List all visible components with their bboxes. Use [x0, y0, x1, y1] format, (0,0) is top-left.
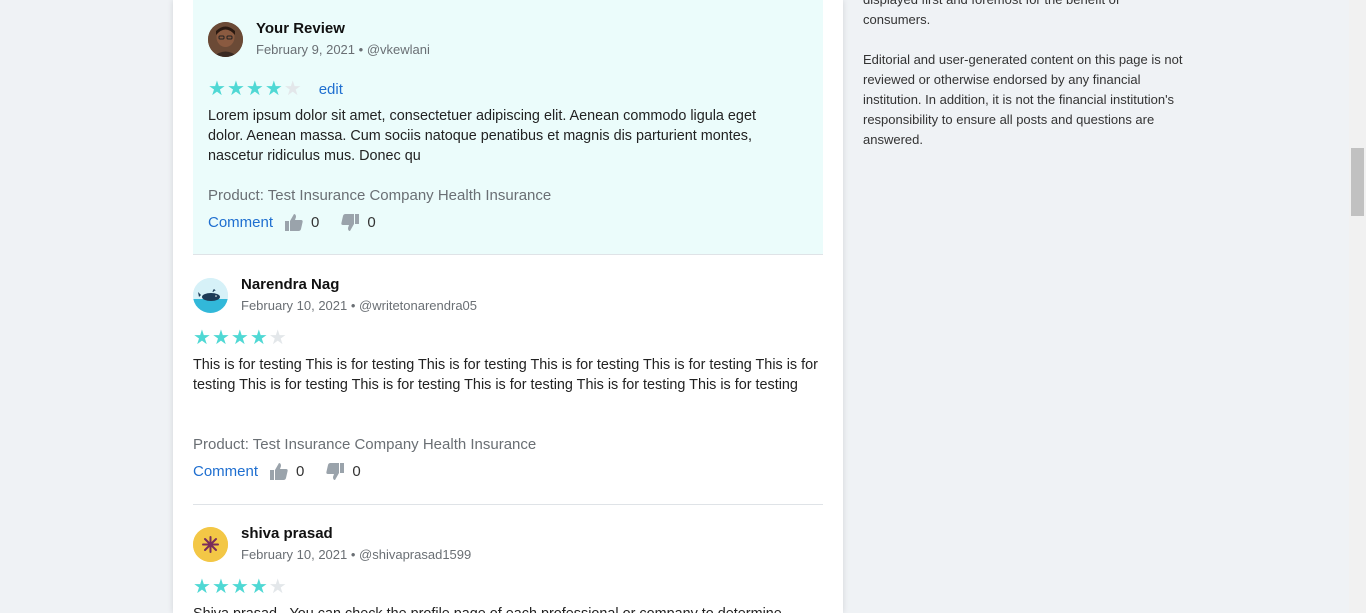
review-actions: Comment 0 0: [193, 463, 361, 480]
star-icon: ★: [226, 78, 245, 100]
reviewer-handle: @vkewlani: [366, 42, 430, 57]
star-icon: ★: [211, 327, 230, 349]
review-date: February 10, 2021: [241, 298, 348, 313]
star-icon: ★: [264, 78, 283, 100]
review-header: shiva prasad February 10, 2021 • @shivap…: [193, 525, 471, 564]
reviewer-name: Your Review: [256, 20, 345, 37]
own-review: Your Review February 9, 2021 • @vkewlani…: [193, 0, 823, 255]
reviewer-name: Narendra Nag: [241, 276, 340, 293]
reviews-card: Your Review February 9, 2021 • @vkewlani…: [173, 0, 843, 613]
user-avatar[interactable]: [193, 527, 228, 562]
comment-link[interactable]: Comment: [193, 463, 258, 480]
reviewer-handle: @writetonarendra05: [359, 298, 478, 313]
star-rating: ★ ★ ★ ★ ★: [193, 577, 288, 597]
review-text: Lorem ipsum dolor sit amet, consectetuer…: [208, 108, 756, 164]
thumbs-down-icon: [326, 463, 345, 480]
star-empty-icon: ★: [268, 327, 287, 349]
star-icon: ★: [208, 78, 226, 100]
star-icon: ★: [245, 78, 264, 100]
star-icon: ★: [249, 576, 268, 598]
dislike-count: 0: [352, 463, 361, 480]
star-icon: ★: [230, 576, 249, 598]
star-icon: ★: [249, 327, 268, 349]
meta-separator: •: [350, 547, 360, 562]
review-item: Narendra Nag February 10, 2021 • @writet…: [193, 255, 823, 505]
sidebar-intro-text: displayed first and foremost for the ben…: [863, 0, 1120, 27]
dislike-button[interactable]: 0: [341, 214, 376, 231]
scrollbar-thumb[interactable]: [1351, 148, 1364, 216]
star-empty-icon: ★: [283, 78, 302, 100]
thumbs-up-icon: [270, 463, 288, 480]
star-rating: ★ ★ ★ ★ ★: [193, 328, 288, 348]
review-header: Your Review February 9, 2021 • @vkewlani: [208, 20, 430, 59]
user-avatar[interactable]: [208, 22, 243, 57]
like-count: 0: [311, 214, 320, 231]
dislike-count: 0: [367, 214, 376, 231]
review-date: February 10, 2021: [241, 547, 348, 562]
reviewer-handle: @shivaprasad1599: [359, 547, 472, 562]
review-product: Product: Test Insurance Company Health I…: [208, 187, 552, 204]
star-icon: ★: [193, 576, 211, 598]
sidebar-disclaimer: Editorial and user-generated content on …: [863, 52, 1183, 147]
like-button[interactable]: 0: [270, 463, 304, 480]
like-button[interactable]: 0: [285, 214, 319, 231]
star-icon: ★: [230, 327, 249, 349]
comment-link[interactable]: Comment: [208, 214, 273, 231]
review-date: February 9, 2021: [256, 42, 356, 57]
meta-separator: •: [358, 42, 367, 57]
star-empty-icon: ★: [268, 576, 287, 598]
review-text: Shiva prasad - You can check the profile…: [193, 604, 818, 613]
page-scrollbar[interactable]: [1349, 0, 1366, 613]
thumbs-down-icon: [341, 214, 360, 231]
edit-review-link[interactable]: edit: [319, 81, 343, 98]
review-text: This is for testing This is for testing …: [193, 357, 818, 393]
dislike-button[interactable]: 0: [326, 463, 361, 480]
review-meta: February 10, 2021 • @shivaprasad1599: [241, 546, 471, 564]
review-actions: Comment 0 0: [208, 214, 376, 231]
review-meta: February 9, 2021 • @vkewlani: [256, 41, 430, 59]
star-icon: ★: [211, 576, 230, 598]
review-header: Narendra Nag February 10, 2021 • @writet…: [193, 276, 477, 315]
star-rating: ★ ★ ★ ★ ★ edit: [208, 79, 343, 99]
user-avatar[interactable]: [193, 278, 228, 313]
meta-separator: •: [350, 298, 360, 313]
thumbs-up-icon: [285, 214, 303, 231]
like-count: 0: [296, 463, 305, 480]
review-item: shiva prasad February 10, 2021 • @shivap…: [193, 505, 823, 613]
review-product: Product: Test Insurance Company Health I…: [193, 436, 537, 453]
star-icon: ★: [193, 327, 211, 349]
review-meta: February 10, 2021 • @writetonarendra05: [241, 297, 477, 315]
reviewer-name: shiva prasad: [241, 525, 333, 542]
